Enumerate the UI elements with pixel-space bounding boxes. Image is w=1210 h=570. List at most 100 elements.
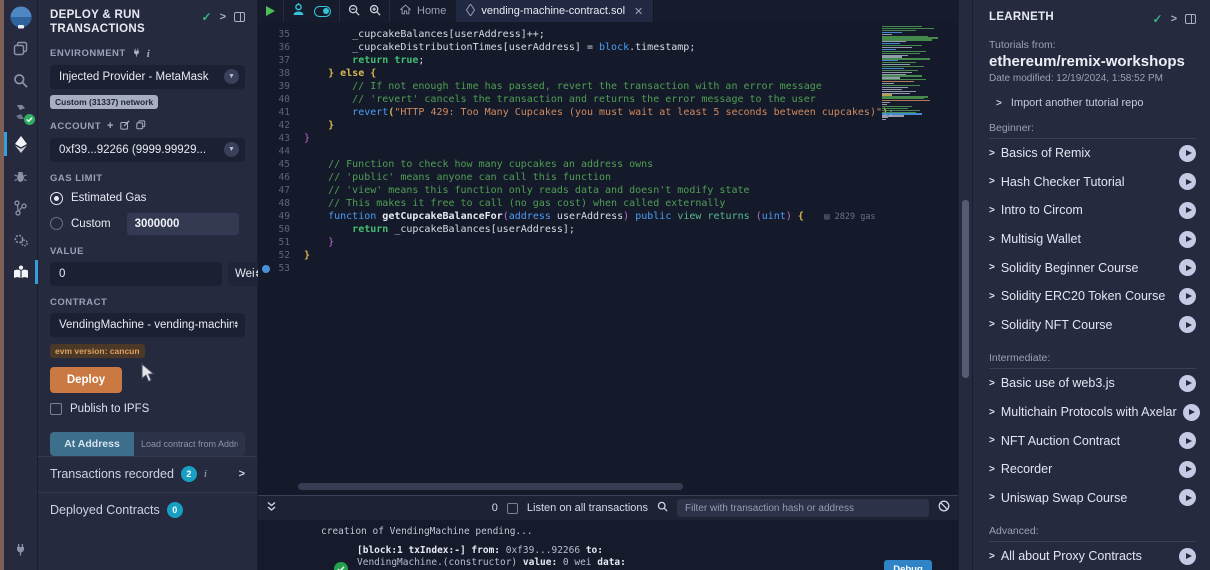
deploy-button[interactable]: Deploy [50,367,122,393]
minimap[interactable] [878,24,956,122]
learneth-icon[interactable] [4,257,38,287]
line-number[interactable]: 50 [258,223,304,236]
line-number[interactable]: 35 [258,28,304,41]
line-number[interactable]: 44 [258,145,304,158]
publish-ipfs-checkbox[interactable] [50,403,62,415]
line-number[interactable]: 38 [258,67,304,80]
line-number[interactable]: 37 [258,54,304,67]
custom-gas-radio[interactable] [50,217,63,230]
add-account-icon[interactable]: + [107,120,114,132]
zoom-out-icon[interactable] [348,4,360,19]
tab-contract-file[interactable]: vending-machine-contract.sol ✕ [456,0,654,22]
play-icon[interactable] [1179,231,1196,248]
tutorial-item[interactable]: >Solidity ERC20 Token Course [989,282,1196,311]
tutorial-item[interactable]: >Solidity Beginner Course [989,253,1196,282]
play-icon[interactable] [1179,173,1196,190]
remix-ai-icon[interactable] [292,3,305,19]
solidity-compiler-icon[interactable] [4,97,38,127]
tutorial-item[interactable]: >Hash Checker Tutorial [989,168,1196,197]
panel-chevron-icon[interactable]: > [220,11,226,23]
breakpoint-dot[interactable] [262,265,270,273]
play-icon[interactable] [1179,461,1196,478]
zoom-in-icon[interactable] [369,4,381,19]
line-number[interactable]: 41 [258,106,304,119]
line-number[interactable]: 36 [258,41,304,54]
search-icon[interactable] [4,65,38,95]
contract-select[interactable]: VendingMachine - vending-machin ▲▼ [50,313,245,337]
code-editor[interactable]: 35 _cupcakeBalances[userAddress]++;36 _c… [258,22,958,495]
line-number[interactable]: 52 [258,249,304,262]
line-number[interactable]: 47 [258,184,304,197]
expand-terminal-icon[interactable] [266,499,277,517]
chevron-right-icon[interactable]: > [239,468,245,480]
tutorials-from-label: Tutorials from: [989,39,1196,51]
tutorial-item[interactable]: >Multichain Protocols with Axelar [989,398,1196,427]
close-icon[interactable]: ✕ [634,5,643,18]
tab-home[interactable]: Home [390,0,456,22]
panel-pin-icon[interactable] [234,12,245,22]
line-number[interactable]: 39 [258,80,304,93]
line-number[interactable]: 42 [258,119,304,132]
line-number[interactable]: 43 [258,132,304,145]
transaction-log-row[interactable]: [block:1 txIndex:-] from: 0xf39...92266 … [321,545,950,570]
value-input[interactable] [50,262,222,286]
clear-console-icon[interactable] [938,499,950,517]
play-icon[interactable] [1179,375,1196,392]
tutorial-item[interactable]: >Solidity NFT Course [989,311,1196,340]
copy-icon[interactable] [136,120,146,133]
info-icon[interactable]: i [147,48,151,60]
play-icon[interactable] [1183,404,1200,421]
at-address-button[interactable]: At Address [50,432,134,456]
line-number[interactable]: 40 [258,93,304,106]
debugger-icon[interactable] [4,161,38,191]
listen-checkbox[interactable] [507,503,518,514]
tutorial-item[interactable]: >NFT Auction Contract [989,426,1196,455]
file-explorer-icon[interactable] [4,33,38,63]
debug-button[interactable]: Debug [884,560,932,570]
scrollbar-thumb[interactable] [962,200,969,378]
filter-input[interactable] [677,499,929,517]
panel-pin-icon[interactable] [1185,14,1196,24]
line-number[interactable]: 48 [258,197,304,210]
run-script-icon[interactable] [266,6,275,16]
play-icon[interactable] [1179,548,1196,565]
line-number[interactable]: 49 [258,210,304,223]
info-icon[interactable]: i [204,468,207,480]
tutorial-item[interactable]: >Uniswap Swap Course [989,484,1196,513]
line-number[interactable]: 45 [258,158,304,171]
play-icon[interactable] [1179,288,1196,305]
at-address-input[interactable] [134,432,245,456]
panel-chevron-icon[interactable]: > [1171,13,1177,25]
tutorial-item[interactable]: >Recorder [989,455,1196,484]
transactions-recorded-row[interactable]: Transactions recorded 2 i > [38,456,257,492]
line-number[interactable]: 51 [258,236,304,249]
deploy-run-icon[interactable] [4,129,38,159]
plugin-manager-icon[interactable] [4,534,38,564]
tutorial-item[interactable]: >Basic use of web3.js [989,369,1196,398]
panel-scrollbar[interactable] [958,0,972,570]
edit-icon[interactable] [120,120,130,133]
tutorial-item[interactable]: >Basics of Remix [989,139,1196,168]
play-icon[interactable] [1179,316,1196,333]
horizontal-scrollbar[interactable] [298,483,683,490]
account-select[interactable]: 0xf39...92266 (9999.99929... ▼ [50,138,245,162]
line-number[interactable]: 46 [258,171,304,184]
plug-icon[interactable] [132,48,141,60]
environment-select[interactable]: Injected Provider - MetaMask ▼ [50,65,245,89]
play-icon[interactable] [1179,432,1196,449]
custom-gas-input[interactable] [127,213,239,235]
chevron-down-icon[interactable]: ⌄ [941,562,948,570]
play-icon[interactable] [1179,259,1196,276]
static-analysis-icon[interactable] [4,193,38,223]
play-icon[interactable] [1179,145,1196,162]
copilot-toggle[interactable] [314,6,331,17]
tutorial-item[interactable]: >Multisig Wallet [989,225,1196,254]
deployed-contracts-row[interactable]: Deployed Contracts 0 [38,492,257,528]
settings-icon[interactable] [4,225,38,255]
estimated-gas-radio[interactable] [50,192,63,205]
play-icon[interactable] [1179,202,1196,219]
tutorial-item[interactable]: >All about Proxy Contracts [989,542,1196,570]
play-icon[interactable] [1179,489,1196,506]
import-repo-row[interactable]: > Import another tutorial repo [989,97,1196,109]
tutorial-item[interactable]: >Intro to Circom [989,196,1196,225]
